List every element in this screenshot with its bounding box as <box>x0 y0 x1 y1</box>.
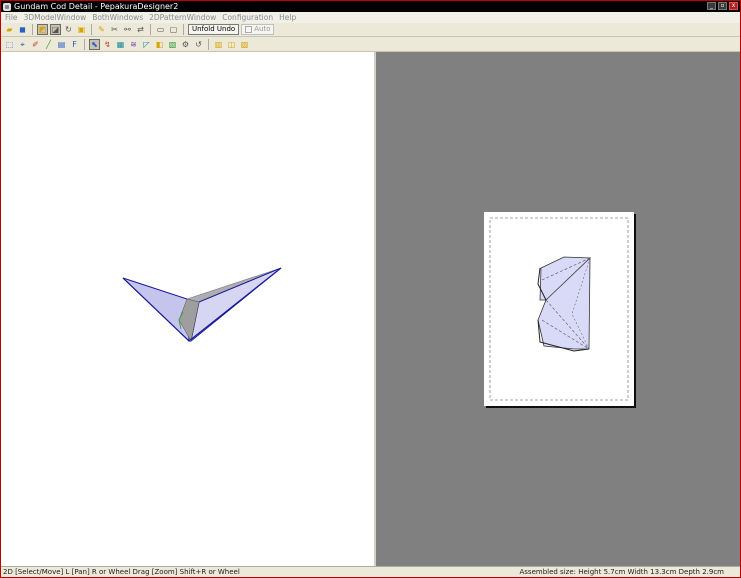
title-bar[interactable]: Gundam Cod Detail - PepakuraDesigner2 _ … <box>1 1 740 12</box>
sort-icon[interactable]: ≋ <box>128 39 139 50</box>
2d-pattern-canvas[interactable] <box>376 52 740 566</box>
select-icon[interactable]: ⬚ <box>4 39 15 50</box>
unfold-undo-button[interactable]: Unfold Undo <box>188 24 240 35</box>
save-icon[interactable]: ◼ <box>17 24 28 35</box>
2d-pattern-view[interactable] <box>376 52 740 566</box>
menu-2d-pattern-window[interactable]: 2DPatternWindow <box>149 12 222 23</box>
window-title: Gundam Cod Detail - PepakuraDesigner2 <box>14 2 179 11</box>
lock-icon[interactable]: ◫ <box>226 39 237 50</box>
cut-icon[interactable]: ✂ <box>109 24 120 35</box>
page-fit-icon[interactable]: ▢ <box>168 24 179 35</box>
toolbar-separator <box>183 24 184 35</box>
menu-file[interactable]: File <box>5 12 24 23</box>
box-icon[interactable]: ▣ <box>76 24 87 35</box>
toolbar-separator <box>32 24 33 35</box>
app-window: Gundam Cod Detail - PepakuraDesigner2 _ … <box>0 0 741 578</box>
toolbar-separator <box>208 38 209 50</box>
rotate-part-icon[interactable]: ◧ <box>154 39 165 50</box>
app-icon <box>3 2 11 11</box>
minimize-button[interactable]: _ <box>707 2 716 10</box>
3d-model-canvas[interactable] <box>1 52 374 566</box>
join-icon[interactable]: ⚯ <box>122 24 133 35</box>
menu-both-windows[interactable]: BothWindows <box>92 12 149 23</box>
layer-icon[interactable]: ▧ <box>167 39 178 50</box>
chart-icon[interactable]: ▦ <box>115 39 126 50</box>
shade-icon[interactable]: ◪ <box>50 24 61 35</box>
ruler-icon[interactable]: ⌖ <box>17 39 28 50</box>
menu-bar: File 3DModelWindow BothWindows 2DPattern… <box>1 12 740 23</box>
line-icon[interactable]: ╱ <box>43 39 54 50</box>
edit-toolbar: ⬚ ⌖ ✐ ╱ ▤ F ⬉ ↯ ▦ ≋ ◸ ◧ ▧ ⚙ ↺ ▥ ◫ ▨ <box>1 37 740 52</box>
maximize-button[interactable]: ▫ <box>718 2 727 10</box>
paint-icon[interactable]: ✐ <box>30 39 41 50</box>
toolbar-separator <box>84 38 85 50</box>
pan-icon[interactable]: ↺ <box>193 39 204 50</box>
menu-configuration[interactable]: Configuration <box>222 12 279 23</box>
status-assembled-size: Assembled size: Height 5.7cm Width 13.3c… <box>519 568 724 576</box>
flap-icon[interactable]: ◸ <box>141 39 152 50</box>
fold-icon[interactable]: ↯ <box>102 39 113 50</box>
open-icon[interactable]: ▰ <box>4 24 15 35</box>
grid-icon[interactable]: ▥ <box>213 39 224 50</box>
main-toolbar: ▰ ◼ ◩ ◪ ↻ ▣ ✎ ✂ ⚯ ⇄ ▭ ▢ Unfold Undo Auto <box>1 23 740 37</box>
toolbar-separator <box>91 24 92 35</box>
menu-help[interactable]: Help <box>279 12 302 23</box>
3d-model-view[interactable] <box>1 52 374 566</box>
pencil-icon[interactable]: ✎ <box>96 24 107 35</box>
toolbar-separator <box>150 24 151 35</box>
page-single-icon[interactable]: ▭ <box>155 24 166 35</box>
close-button[interactable]: x <box>729 2 738 10</box>
move-part-icon[interactable]: ⇄ <box>135 24 146 35</box>
print-icon[interactable]: ▨ <box>239 39 250 50</box>
menu-3d-model-window[interactable]: 3DModelWindow <box>24 12 93 23</box>
status-bar: 2D [Select/Move] L [Pan] R or Wheel Drag… <box>1 566 740 577</box>
auto-checkbox[interactable]: Auto <box>241 24 275 35</box>
edge-icon[interactable]: ▤ <box>56 39 67 50</box>
zoom-icon[interactable]: ⚙ <box>180 39 191 50</box>
auto-checkbox-box <box>245 26 253 33</box>
window-controls: _ ▫ x <box>707 2 738 10</box>
auto-checkbox-label: Auto <box>254 25 271 33</box>
text-icon[interactable]: F <box>69 39 80 50</box>
image-icon[interactable]: ⬉ <box>89 38 100 50</box>
rotate-icon[interactable]: ↻ <box>63 24 74 35</box>
texture-on-icon[interactable]: ◩ <box>37 24 48 35</box>
status-hint: 2D [Select/Move] L [Pan] R or Wheel Drag… <box>3 568 240 576</box>
